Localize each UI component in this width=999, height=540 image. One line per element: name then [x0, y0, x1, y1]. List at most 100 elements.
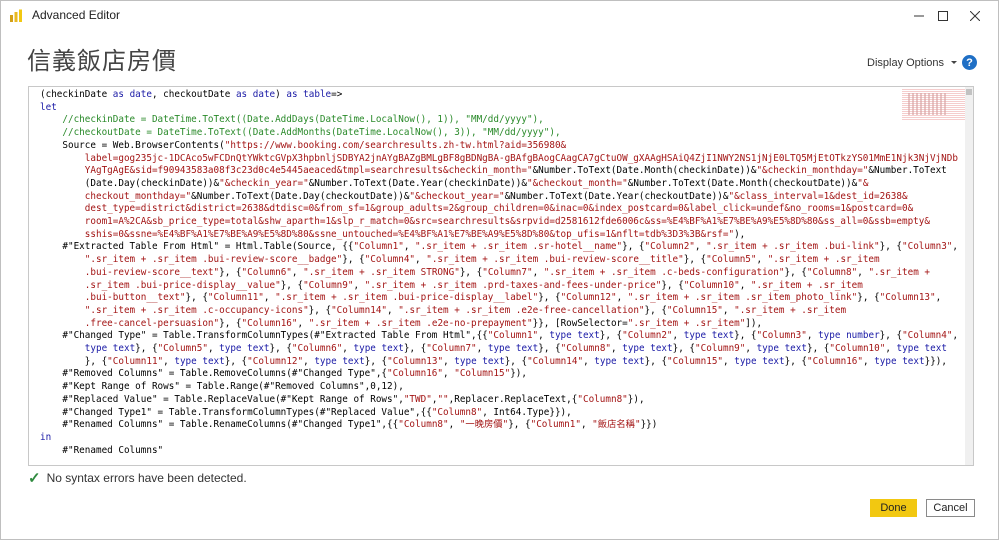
- code-token: "Column9": [303, 279, 354, 291]
- code-token: ,: [538, 330, 550, 342]
- code-line[interactable]: sshis=0&ssne=%E4%BF%A1%E7%BE%A9%E5%8D%80…: [40, 229, 910, 242]
- code-token: type: [454, 355, 477, 367]
- done-button[interactable]: Done: [870, 499, 917, 517]
- code-token: }, {: [269, 343, 292, 355]
- code-line[interactable]: .bui-review-score__text"}, {"Column6", "…: [40, 266, 930, 280]
- code-line[interactable]: #"Renamed Columns": [40, 445, 910, 458]
- code-token: ,: [694, 241, 707, 253]
- vertical-scrollbar[interactable]: [965, 87, 973, 465]
- code-token: "Column12": [560, 292, 617, 304]
- code-token: "Column8": [577, 393, 628, 405]
- code-token: date: [252, 89, 276, 100]
- code-line[interactable]: dest_type=district&district=2638&dtdisc=…: [40, 203, 914, 216]
- code-line[interactable]: #"Replaced Value" = Table.ReplaceValue(#…: [40, 394, 910, 407]
- code-line[interactable]: //checkoutDate = DateTime.ToText((Date.A…: [40, 127, 910, 140]
- code-line[interactable]: #"Removed Columns" = Table.RemoveColumns…: [40, 368, 910, 381]
- code-line[interactable]: #"Changed Type1" = Table.TransformColumn…: [40, 407, 910, 420]
- code-line[interactable]: (checkinDate as date, checkoutDate as da…: [40, 89, 910, 102]
- code-token: ".sr_item + .sr_item STRONG": [303, 266, 460, 278]
- code-text[interactable]: (checkinDate as date, checkoutDate as da…: [40, 89, 958, 458]
- close-icon: [970, 11, 980, 21]
- scrollbar-thumb[interactable]: [966, 89, 972, 95]
- code-token: }, {: [224, 355, 248, 367]
- code-line[interactable]: ".sr_item + .sr_item .bui-review-score__…: [40, 254, 910, 267]
- code-line[interactable]: #"Extracted Table From Html" = Html.Tabl…: [40, 241, 958, 254]
- code-token: type: [353, 343, 376, 355]
- chevron-down-icon: [951, 61, 958, 64]
- code-line[interactable]: Source = Web.BrowserContents("https://ww…: [40, 140, 910, 153]
- code-token: &Number.ToText(Date.Day(checkoutDate))&: [191, 190, 410, 202]
- code-token: ,: [291, 266, 304, 278]
- code-token: let: [40, 101, 57, 113]
- code-token: "&checkout_month=": [526, 177, 628, 189]
- code-token: .free-cancel-persuasion": [40, 317, 220, 329]
- code-token: "Column6": [241, 266, 292, 278]
- code-token: ,: [476, 343, 488, 355]
- code-line[interactable]: YAgTgAgE&sid=f90943583a08f3c23d0c4e5445a…: [40, 165, 947, 178]
- display-options-dropdown[interactable]: Display Options: [867, 57, 958, 69]
- code-line[interactable]: checkout_monthday="&Number.ToText(Date.D…: [40, 191, 910, 204]
- code-token: ,: [611, 343, 623, 355]
- code-line[interactable]: .bui-button__text"}, {"Column11", ".sr_i…: [40, 292, 941, 305]
- code-token: ,: [863, 355, 875, 367]
- code-line[interactable]: #"Kept Range of Rows" = Table.Range(#"Re…: [40, 381, 910, 394]
- code-line[interactable]: .free-cancel-persuasion"}, {"Column16", …: [40, 318, 910, 331]
- code-line[interactable]: ".sr_item + .sr_item .c-occupancy-icons"…: [40, 305, 910, 318]
- code-line[interactable]: label=gog235jc-1DCAco5wFCDnQtYWktcGVpX3h…: [40, 153, 958, 166]
- code-token: }, {: [879, 241, 903, 253]
- code-token: ".sr_item + .sr_item .c-beds-configurati…: [543, 266, 785, 278]
- title-bar: Advanced Editor: [1, 1, 998, 31]
- code-token: }, {: [459, 266, 483, 278]
- code-minimap[interactable]: [902, 89, 966, 121]
- code-token: }),: [627, 393, 645, 405]
- code-token: "Column6": [291, 343, 343, 355]
- code-line[interactable]: #"Renamed Columns" = Table.RenameColumns…: [40, 419, 910, 432]
- code-token: }, {: [672, 343, 695, 355]
- code-token: #"Removed Columns" = Table.RemoveColumns…: [40, 368, 388, 380]
- code-token: "Column8": [431, 406, 483, 418]
- close-button[interactable]: [952, 1, 998, 31]
- code-token: ,: [443, 368, 455, 380]
- code-editor[interactable]: (checkinDate as date, checkoutDate as da…: [28, 86, 974, 466]
- code-token: .bui-button__text": [40, 292, 186, 304]
- code-token: as: [286, 89, 298, 100]
- code-token: "Column1": [530, 419, 581, 431]
- code-token: "&checkin_monthday=": [756, 165, 869, 177]
- code-token: "&: [857, 177, 869, 189]
- code-line[interactable]: type text}, {"Column5", type text}, {"Co…: [40, 343, 947, 356]
- code-line[interactable]: //checkinDate = DateTime.ToText((Date.Ad…: [40, 114, 910, 127]
- code-token: ),: [734, 228, 746, 240]
- code-line[interactable]: #"Changed Type" = Table.TransformColumnT…: [40, 330, 958, 343]
- code-token: ,: [303, 355, 315, 367]
- code-token: ,: [263, 292, 276, 304]
- code-line[interactable]: .sr_item .bui-price-display__value"}, {"…: [40, 280, 910, 293]
- code-line[interactable]: room1=A%2CA&sb_price_type=total&shw_apar…: [40, 216, 930, 229]
- code-token: }, {: [342, 254, 365, 266]
- code-token: text: [247, 343, 270, 355]
- code-token: ,: [297, 317, 309, 329]
- code-token: }, {: [185, 292, 208, 304]
- code-token: }, {: [661, 279, 684, 291]
- code-line[interactable]: (Date.Day(checkinDate))&"&checkin_year="…: [40, 178, 910, 191]
- code-token: dest_type=district&district=2638&dtdisc=…: [40, 203, 914, 215]
- code-token: }, {: [683, 254, 707, 266]
- code-token: "Column16": [387, 368, 444, 380]
- code-line[interactable]: in: [40, 432, 910, 445]
- help-icon[interactable]: ?: [962, 55, 977, 70]
- code-line[interactable]: }, {"Column11", type text}, {"Column12",…: [40, 355, 947, 369]
- code-token: "Column3": [756, 330, 807, 342]
- code-token: "&checkout_year=": [409, 190, 505, 202]
- code-token: "Column11": [107, 355, 164, 367]
- code-token: type: [314, 355, 337, 367]
- code-line[interactable]: let: [40, 102, 910, 115]
- code-token: ".sr_item + .sr_item .e2e-free-cancellat…: [398, 304, 645, 316]
- code-token: }}),: [924, 355, 947, 367]
- code-token: ,: [342, 343, 354, 355]
- code-token: ".sr_item + .sr_item: [734, 304, 847, 316]
- code-token: "Column15": [667, 355, 724, 367]
- code-token: ,: [952, 330, 959, 342]
- cancel-button[interactable]: Cancel: [926, 499, 975, 517]
- code-token: }, {: [364, 355, 388, 367]
- code-token: }, {: [219, 317, 242, 329]
